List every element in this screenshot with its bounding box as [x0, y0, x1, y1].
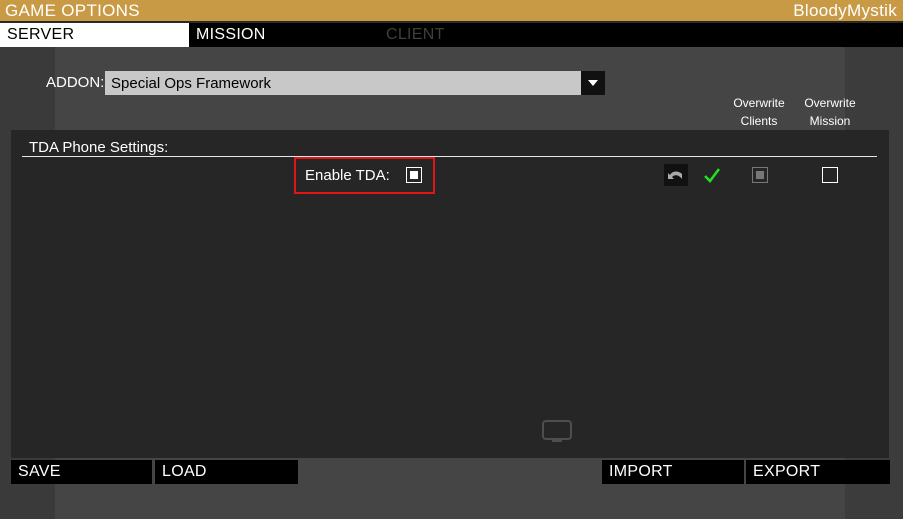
overwrite-clients-checkbox[interactable] — [752, 167, 768, 183]
checkbox-fill — [410, 171, 418, 179]
tab-server[interactable]: SERVER — [0, 23, 189, 47]
column-header-overwrite-mission: Overwrite Mission — [798, 94, 862, 130]
title-bar: GAME OPTIONS BloodyMystik — [0, 0, 903, 21]
checkmark-icon — [704, 168, 721, 183]
reset-button[interactable] — [664, 164, 688, 186]
column-header-overwrite-clients: Overwrite Clients — [727, 94, 791, 130]
chevron-down-icon[interactable] — [581, 71, 605, 95]
section-divider — [22, 156, 877, 157]
export-button[interactable]: EXPORT — [746, 460, 890, 484]
column-header-line: Clients — [740, 114, 778, 128]
load-button[interactable]: LOAD — [155, 460, 298, 484]
enable-tda-label: Enable TDA: — [305, 167, 390, 184]
import-button[interactable]: IMPORT — [602, 460, 744, 484]
column-header-line: Overwrite — [733, 96, 785, 110]
addon-label: ADDON: — [46, 74, 105, 91]
undo-icon — [668, 171, 682, 179]
addon-selected-value: Special Ops Framework — [111, 74, 272, 92]
window-title: GAME OPTIONS — [5, 0, 140, 20]
monitor-icon — [542, 420, 572, 442]
save-button[interactable]: SAVE — [11, 460, 152, 484]
enable-tda-checkbox[interactable] — [406, 167, 422, 183]
column-header-line: Overwrite — [804, 96, 856, 110]
addon-dropdown[interactable]: Special Ops Framework — [105, 71, 605, 95]
overwrite-mission-checkbox[interactable] — [822, 167, 838, 183]
user-name: BloodyMystik — [793, 0, 897, 20]
section-title: TDA Phone Settings: — [29, 139, 169, 156]
tab-mission[interactable]: MISSION — [189, 23, 379, 47]
column-header-line: Mission — [809, 114, 851, 128]
tab-client[interactable]: CLIENT — [379, 23, 569, 47]
tab-bar: SERVER MISSION CLIENT — [0, 23, 903, 47]
checkbox-fill — [756, 171, 764, 179]
